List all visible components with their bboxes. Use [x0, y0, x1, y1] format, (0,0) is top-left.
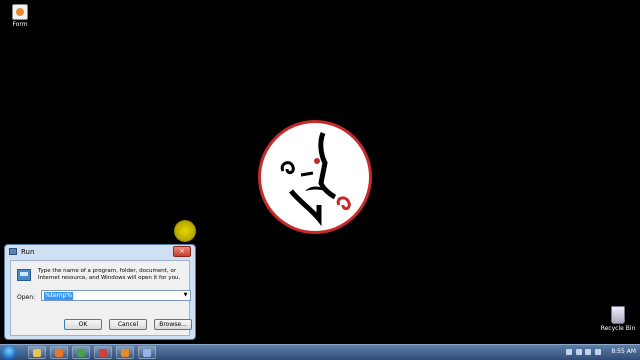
recycle-bin-icon	[611, 306, 625, 324]
dialog-title: Run	[21, 248, 35, 256]
open-combobox[interactable]: %temp% ▼	[41, 290, 191, 301]
app-icon	[99, 349, 107, 357]
run-dialog: Run × Type the name of a program, folder…	[4, 244, 196, 340]
cancel-button[interactable]: Cancel	[109, 319, 147, 330]
run-description: Type the name of a program, folder, docu…	[38, 268, 181, 281]
media-player-icon	[55, 349, 63, 357]
open-label: Open:	[17, 294, 36, 301]
tray-arrow-icon[interactable]	[565, 348, 572, 355]
run-window-icon	[143, 349, 151, 357]
run-body: Type the name of a program, folder, docu…	[10, 260, 192, 336]
run-titlebar[interactable]: Run ×	[5, 245, 195, 259]
taskbar-item-run-window[interactable]	[138, 346, 156, 359]
desktop-icon-form[interactable]: Form	[0, 4, 40, 28]
taskbar: 8:55 AM	[0, 344, 640, 360]
cursor-highlight	[174, 220, 196, 242]
volume-icon[interactable]	[595, 348, 602, 355]
taskbar-item-folder[interactable]	[28, 346, 46, 359]
browse-button[interactable]: Browse...	[154, 319, 192, 330]
form-icon	[12, 4, 28, 20]
flag-icon[interactable]	[575, 348, 582, 355]
wallpaper-logo	[258, 120, 372, 234]
run-program-icon	[17, 269, 31, 281]
desktop-icon-label: Recycle Bin	[600, 325, 636, 332]
ok-button[interactable]: OK	[64, 319, 102, 330]
clock[interactable]: 8:55 AM	[611, 348, 636, 355]
chevron-down-icon[interactable]: ▼	[182, 292, 189, 299]
close-button[interactable]: ×	[173, 246, 191, 257]
network-icon[interactable]	[585, 348, 592, 355]
form-app-icon	[121, 349, 129, 357]
taskbar-item-media-player[interactable]	[50, 346, 68, 359]
system-tray: 8:55 AM	[565, 348, 636, 355]
desktop-icon-recycle-bin[interactable]: Recycle Bin	[598, 306, 638, 332]
desktop-icon-label: Form	[12, 21, 28, 28]
taskbar-item-chrome[interactable]	[72, 346, 90, 359]
open-input-value[interactable]: %temp%	[44, 292, 74, 300]
start-button[interactable]	[1, 345, 17, 360]
portrait-logo-image	[280, 132, 351, 227]
taskbar-item-app[interactable]	[94, 346, 112, 359]
run-icon	[9, 248, 17, 255]
chrome-icon	[77, 349, 85, 357]
folder-icon	[33, 349, 41, 357]
taskbar-item-form-app[interactable]	[116, 346, 134, 359]
